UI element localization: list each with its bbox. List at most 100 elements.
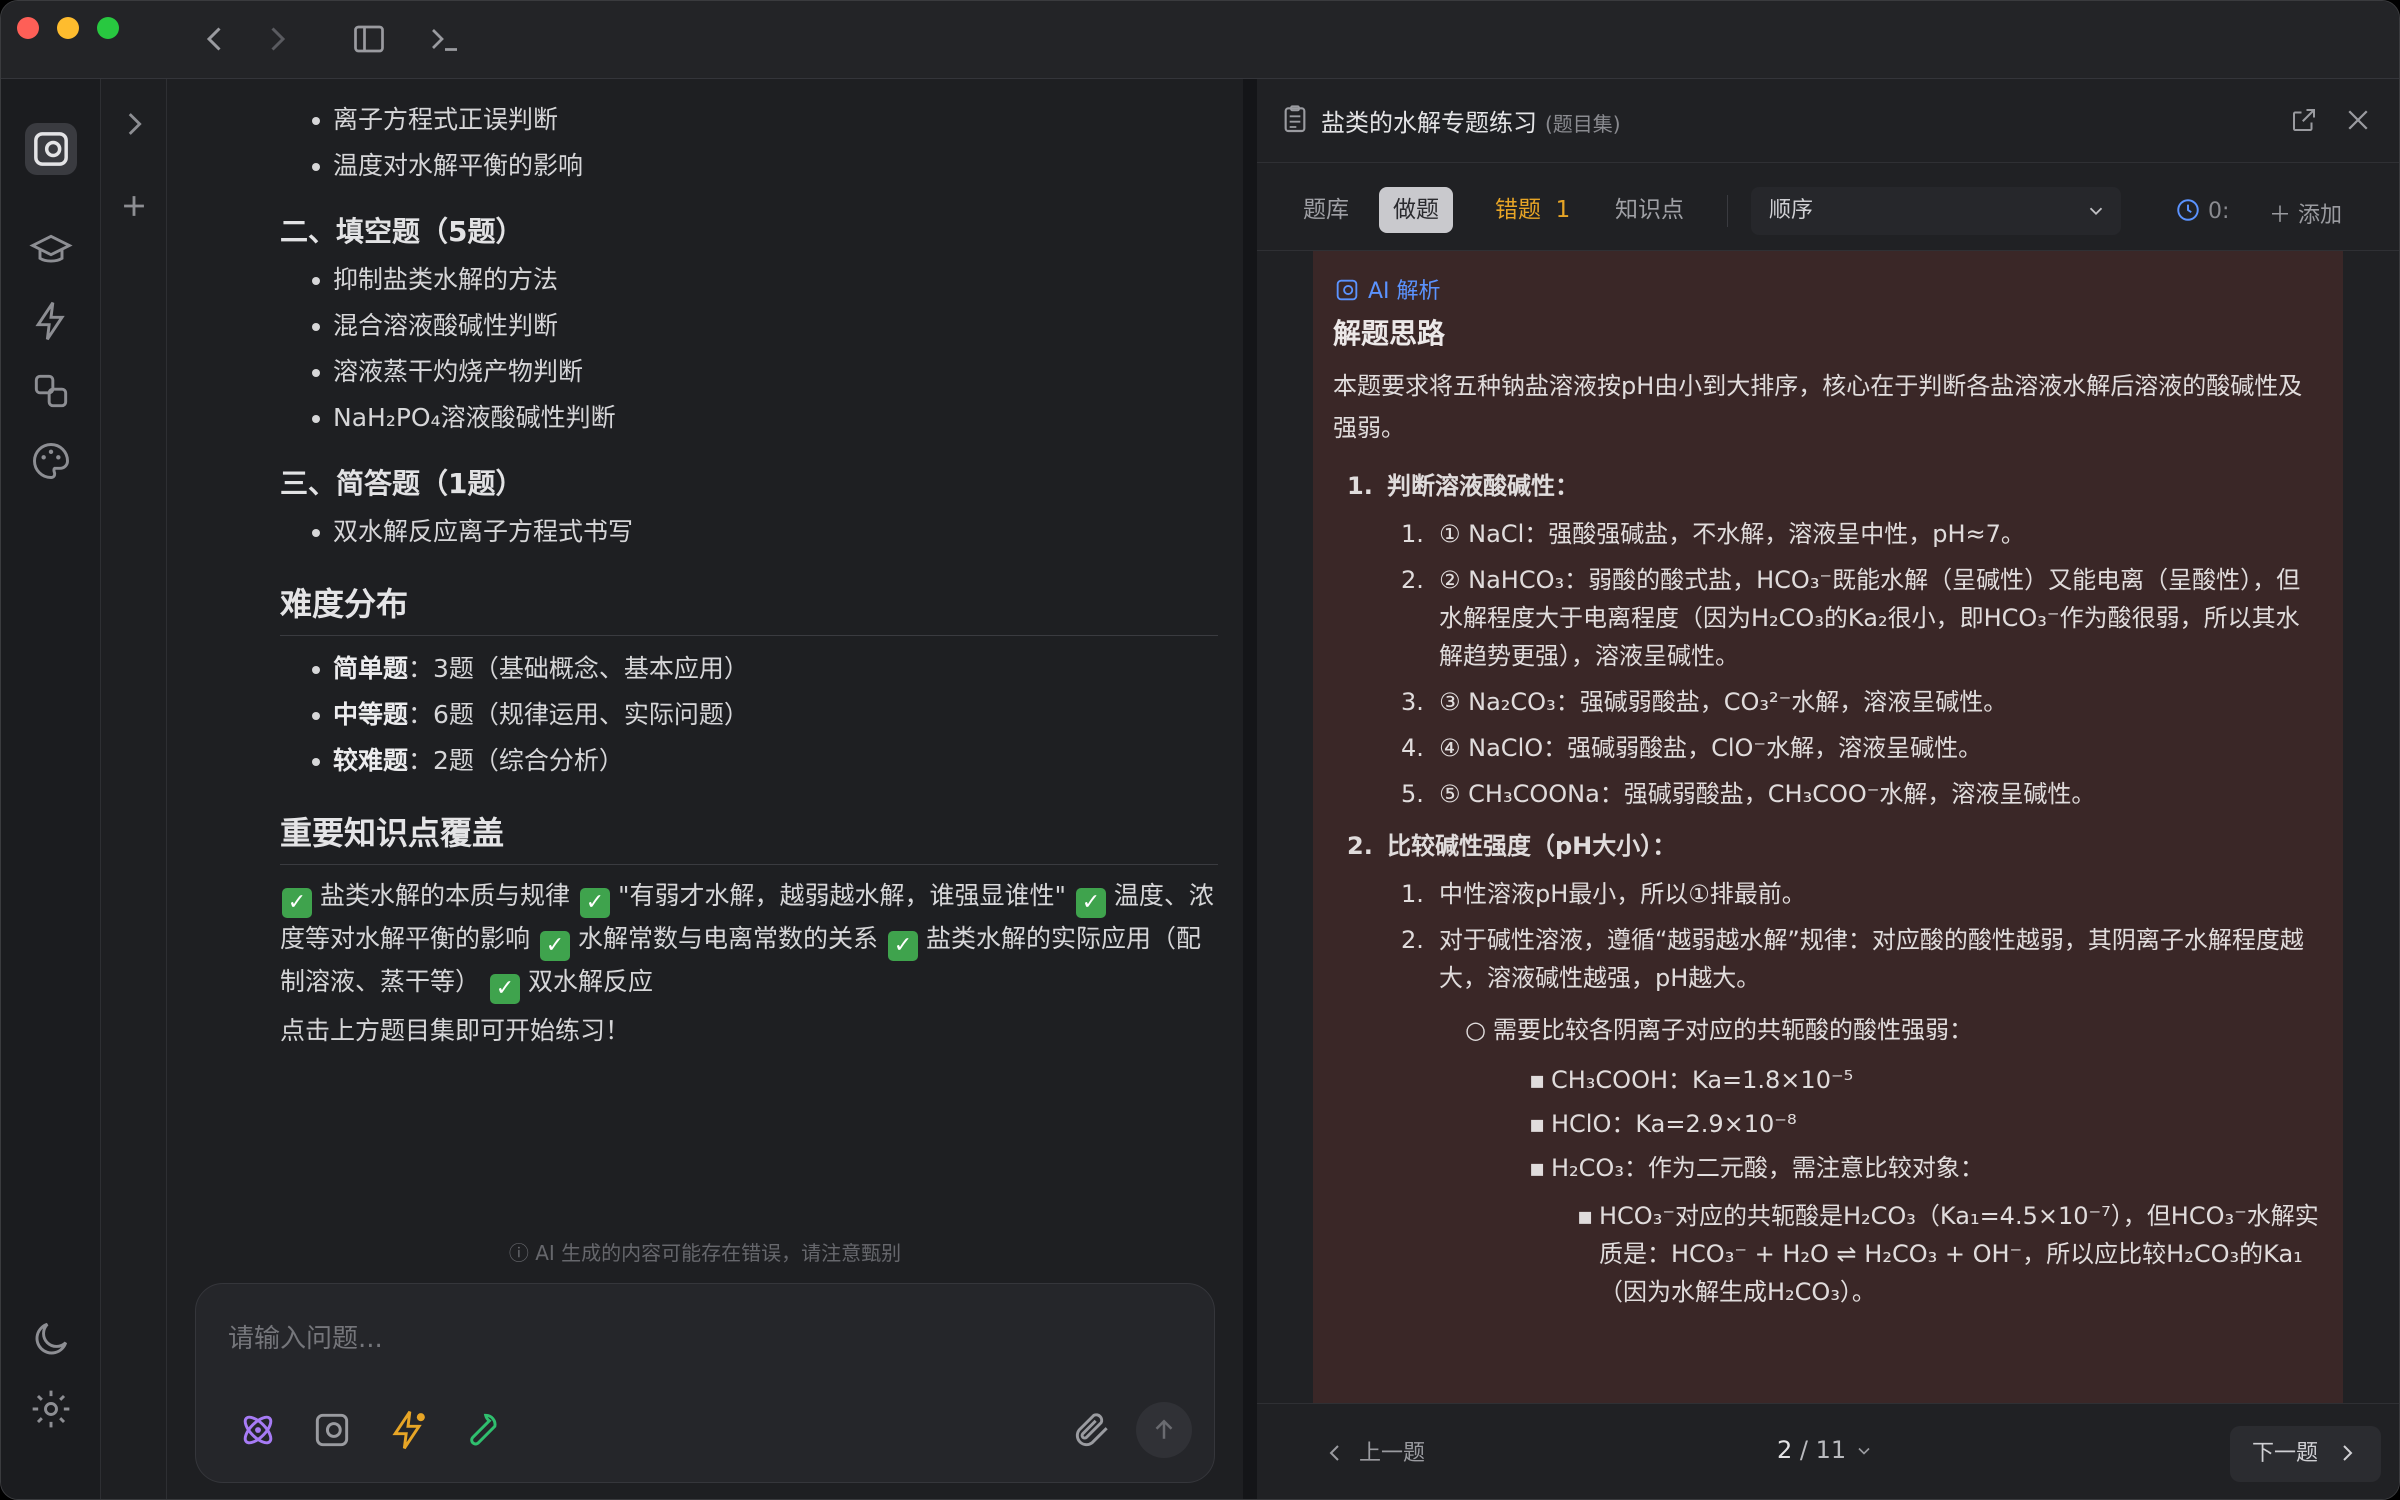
graduation-cap-icon[interactable] [29, 229, 73, 273]
chat-input[interactable]: 请输入问题... [228, 1318, 383, 1355]
lightning-icon[interactable] [29, 299, 73, 343]
checkmark-icon: ✓ [579, 888, 610, 918]
list-item: 离子方程式正误判断 [280, 97, 1218, 143]
prev-question-button[interactable]: 上一题 [1307, 1428, 1441, 1480]
list-item: 较难题：2题（综合分析） [280, 738, 1218, 784]
title-bar [1, 1, 2399, 79]
solution-title: 解题思路 [1333, 317, 1446, 350]
ai-logo-icon [1336, 279, 1358, 301]
list-item: 5. ⑤ CH₃COONa：强碱弱酸盐，CH₃COO⁻水解，溶液呈碱性。 [1401, 780, 2096, 808]
list-item: ▪ HCO₃⁻对应的共轭酸是H₂CO₃（Ka₁=4.5×10⁻⁷），但HCO₃⁻水… [1577, 1202, 2319, 1306]
expand-chevron-icon[interactable] [117, 107, 151, 141]
sidebar-toggle-icon[interactable] [351, 21, 387, 57]
plus-icon[interactable] [117, 189, 151, 223]
solution-intro: 本题要求将五种钠盐溶液按pH由小到大排序，核心在于判断各盐溶液水解后溶液的酸碱性… [1333, 372, 2303, 442]
list-item: ▪ H₂CO₃：作为二元酸，需注意比较对象： [1529, 1154, 1984, 1182]
moon-icon[interactable] [29, 1317, 73, 1361]
close-icon[interactable] [2343, 105, 2373, 135]
chat-area: 离子方程式正误判断 温度对水解平衡的影响 二、填空题（5题） 抑制盐类水解的方法… [167, 79, 1243, 1499]
chevron-left-icon [1329, 1445, 1339, 1461]
plus-icon: ＋ [2269, 203, 2292, 228]
paperclip-icon[interactable] [1070, 1408, 1114, 1452]
panel-divider[interactable] [1243, 79, 1257, 1499]
maximize-window-button[interactable] [97, 17, 119, 39]
checkmark-icon: ✓ [887, 931, 918, 961]
list-item: 1. ① NaCl：强酸强碱盐，不水解，溶液呈中性，pH≈7。 [1401, 520, 2025, 548]
chat-message: 离子方程式正误判断 温度对水解平衡的影响 二、填空题（5题） 抑制盐类水解的方法… [280, 79, 1218, 1052]
ai-analysis-body: 解题思路 本题要求将五种钠盐溶液按pH由小到大排序，核心在于判断各盐溶液水解后溶… [1333, 311, 2323, 1311]
list-item: ▪ HClO：Ka=2.9×10⁻⁸ [1529, 1110, 1797, 1138]
panel-title: 盐类的水解专题练习 (题目集) [1321, 109, 1621, 137]
page-indicator[interactable]: 2 / 11 [1777, 1436, 1874, 1464]
tab-separator [1727, 195, 1728, 227]
list-item: 简单题：3题（基础概念、基本应用） [280, 646, 1218, 692]
gear-icon[interactable] [29, 1387, 73, 1431]
difficulty-list: 简单题：3题（基础概念、基本应用） 中等题：6题（规律运用、实际问题） 较难题：… [280, 646, 1218, 784]
shapes-icon[interactable] [29, 369, 73, 413]
timer[interactable]: 0: [2175, 197, 2229, 224]
chat-logo-icon[interactable] [25, 123, 77, 175]
section-heading: 二、填空题（5题） [280, 215, 524, 248]
step1-list: 1. ① NaCl：强酸强碱盐，不水解，溶液呈中性，pH≈7。 2. ② NaHCO… [1333, 515, 2323, 813]
panel-footer: 上一题 2 / 11 下一题 [1257, 1403, 2399, 1499]
order-select[interactable]: 顺序 [1751, 187, 2121, 235]
ai-analysis-header: AI 解析 [1333, 273, 1441, 305]
list-item: 中等题：6题（规律运用、实际问题） [280, 692, 1218, 738]
question-panel: 盐类的水解专题练习 (题目集) 题库 做题 错题 1 知识点 顺序 0: ＋ 添… [1257, 79, 2399, 1499]
step1-heading: 1. 判断溶液酸碱性： [1347, 472, 1579, 500]
list-item: 溶液蒸干灼烧产物判断 [280, 349, 1218, 395]
list-item: 2. ② NaHCO₃：弱酸的酸式盐，HCO₃⁻既能水解（呈碱性）又能电离（呈酸性… [1401, 566, 2301, 670]
list-item: ▪ CH₃COOH：Ka=1.8×10⁻⁵ [1529, 1066, 1854, 1094]
clipboard-icon [1279, 103, 1311, 135]
list-item: 3. ③ Na₂CO₃：强碱弱酸盐，CO₃²⁻水解，溶液呈碱性。 [1401, 688, 2008, 716]
palette-icon[interactable] [29, 439, 73, 483]
sub-heading: ○ 需要比较各阴离子对应的共轭酸的酸性强弱： [1465, 1016, 1973, 1044]
checkmark-icon: ✓ [1075, 888, 1106, 918]
next-question-button[interactable]: 下一题 [2229, 1426, 2381, 1482]
chevron-right-icon[interactable] [259, 21, 295, 57]
panel-tabs: 题库 做题 错题 1 知识点 顺序 0: ＋ 添加 [1257, 163, 2399, 251]
list-top: 离子方程式正误判断 温度对水解平衡的影响 [280, 97, 1218, 189]
checkmark-icon: ✓ [489, 974, 520, 1004]
clock-icon [2177, 199, 2199, 221]
add-button[interactable]: ＋ 添加 [2269, 197, 2342, 229]
close-window-button[interactable] [17, 17, 39, 39]
list-item: 1. 中性溶液pH最小，所以①排最前。 [1401, 880, 1806, 908]
checkmark-icon: ✓ [539, 931, 570, 961]
list-item: 混合溶液酸碱性判断 [280, 303, 1218, 349]
tab-wrong[interactable]: 错题 1 [1481, 187, 1584, 233]
step2-heading: 2. 比较碱性强度（pH大小）： [1347, 832, 1677, 860]
terminal-icon[interactable] [427, 21, 463, 57]
tab-practice[interactable]: 做题 [1379, 187, 1453, 233]
tab-bank[interactable]: 题库 [1289, 187, 1363, 233]
app-window: 离子方程式正误判断 温度对水解平衡的影响 二、填空题（5题） 抑制盐类水解的方法… [0, 0, 2400, 1500]
coverage-paragraph: ✓ 盐类水解的本质与规律 ✓ "有弱才水解，越弱越水解，谁强显谁性" ✓ 温度、浓度等… [280, 875, 1218, 1004]
sub-rail [101, 79, 167, 1499]
list-item: 抑制盐类水解的方法 [280, 257, 1218, 303]
minimize-window-button[interactable] [57, 17, 79, 39]
external-link-icon[interactable] [2289, 105, 2319, 135]
chevron-left-icon[interactable] [197, 21, 233, 57]
atom-icon[interactable] [236, 1408, 280, 1452]
chevron-down-icon [2089, 207, 2103, 216]
difficulty-heading: 难度分布 [280, 577, 1218, 636]
step2-list: 1. 中性溶液pH最小，所以①排最前。 2. 对于碱性溶液，遵循“越弱越水解”规律：… [1333, 875, 2323, 997]
panel-header: 盐类的水解专题练习 (题目集) [1257, 79, 2399, 163]
list-item: 温度对水解平衡的影响 [280, 143, 1218, 189]
section3-list: 双水解反应离子方程式书写 [280, 509, 1218, 555]
nav-rail [1, 79, 101, 1499]
checkmark-icon: ✓ [282, 888, 312, 918]
ai-analysis-card: AI 解析 解题思路 本题要求将五种钠盐溶液按pH由小到大排序，核心在于判断各盐… [1313, 251, 2343, 1481]
send-button[interactable] [1136, 1402, 1192, 1458]
list-item: 双水解反应离子方程式书写 [280, 509, 1218, 555]
chat-mode-icon[interactable] [310, 1408, 354, 1452]
chat-input-box[interactable]: 请输入问题... [195, 1283, 1215, 1483]
tab-knowledge[interactable]: 知识点 [1601, 187, 1698, 233]
coverage-heading: 重要知识点覆盖 [280, 806, 1218, 865]
lightning-icon[interactable] [386, 1408, 430, 1452]
cta-text: 点击上方题目集即可开始练习！ [280, 1016, 631, 1045]
list-item: 4. ④ NaClO：强碱弱酸盐，ClO⁻水解，溶液呈碱性。 [1401, 734, 1983, 762]
wrench-icon[interactable] [460, 1408, 504, 1452]
acid-list: ▪ CH₃COOH：Ka=1.8×10⁻⁵ ▪ HClO：Ka=2.9×10⁻⁸ ▪… [1333, 1061, 2323, 1187]
ai-disclaimer: ⓘ AI 生成的内容可能存在错误，请注意甄别 [508, 1241, 902, 1265]
